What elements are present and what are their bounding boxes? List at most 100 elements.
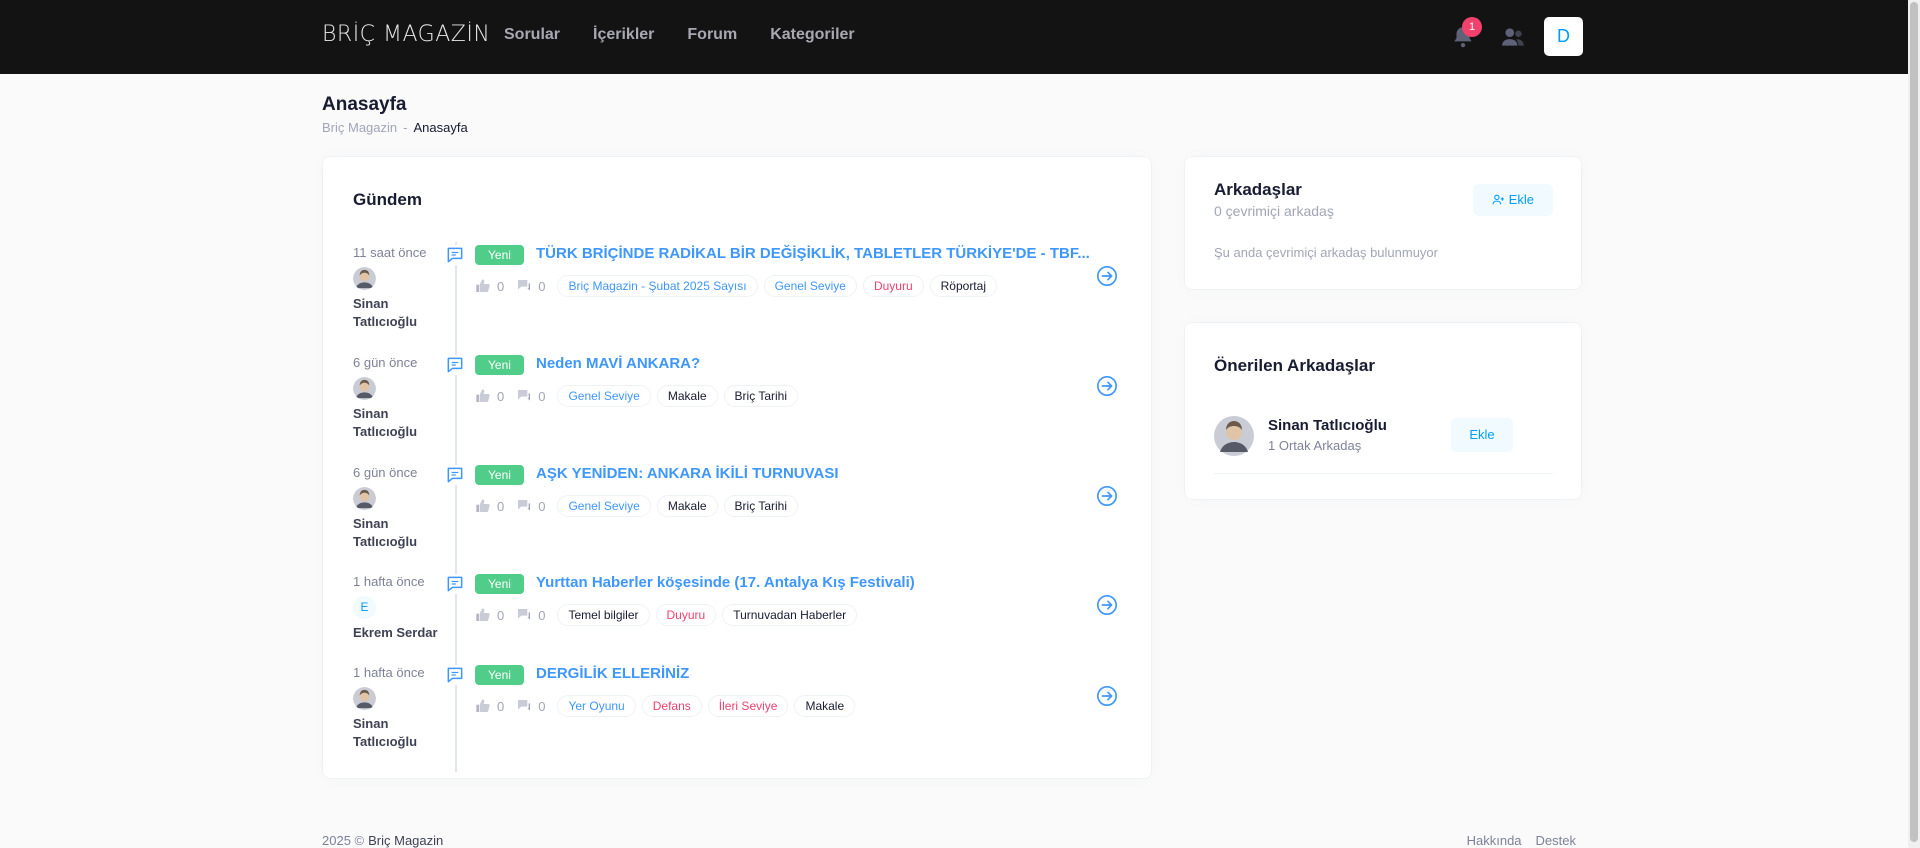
suggested-add-button[interactable]: Ekle xyxy=(1451,418,1513,452)
comments-icon[interactable] xyxy=(516,388,532,404)
suggested-friends-title: Önerilen Arkadaşlar xyxy=(1214,356,1375,375)
user-plus-icon xyxy=(1492,194,1504,205)
tag[interactable]: Temel bilgiler xyxy=(557,604,650,626)
new-badge: Yeni xyxy=(475,465,524,485)
tag[interactable]: Briç Tarihi xyxy=(723,385,798,407)
tag[interactable]: Defans xyxy=(641,695,702,717)
author-name-line1: Sinan xyxy=(353,296,389,311)
post-meta: 0 0 Briç Magazin - Şubat 2025 Sayısı Gene… xyxy=(475,275,997,297)
main-nav: Sorular İçerikler Forum Kategoriler xyxy=(504,26,855,44)
tag[interactable]: Turnuvadan Haberler xyxy=(722,604,858,626)
tag[interactable]: Duyuru xyxy=(655,604,717,626)
arrow-right-circle-icon[interactable] xyxy=(1096,685,1118,707)
comment-count: 0 xyxy=(538,607,546,623)
tag[interactable]: Briç Magazin - Şubat 2025 Sayısı xyxy=(557,275,758,297)
post-time: 1 hafta önce xyxy=(353,665,425,680)
users-icon[interactable] xyxy=(1500,24,1526,50)
thumbs-up-icon[interactable] xyxy=(475,698,491,714)
tag[interactable]: Makale xyxy=(656,495,718,517)
nav-kategoriler[interactable]: Kategoriler xyxy=(770,26,854,44)
author-avatar[interactable] xyxy=(353,267,376,290)
thumbs-up-icon[interactable] xyxy=(475,388,491,404)
thumbs-up-icon[interactable] xyxy=(475,498,491,514)
add-friend-button[interactable]: Ekle xyxy=(1473,184,1553,216)
footer-links: Hakkında Destek xyxy=(1467,833,1576,848)
author-name[interactable]: Sinan Tatlıcıoğlu xyxy=(353,295,448,331)
author-name[interactable]: Ekrem Serdar xyxy=(353,624,448,642)
post-time: 11 saat önce xyxy=(353,245,427,260)
suggested-friend-avatar[interactable] xyxy=(1214,416,1254,456)
comments-icon[interactable] xyxy=(516,698,532,714)
footer-year: 2025 © xyxy=(322,833,365,848)
thumbs-up-icon[interactable] xyxy=(475,278,491,294)
post-meta: 0 0 Genel Seviye Makale Briç Tarihi xyxy=(475,385,798,407)
page-scrollbar[interactable] xyxy=(1908,0,1920,848)
like-count: 0 xyxy=(497,278,505,294)
post-title-link[interactable]: DERGİLİK ELLERİNİZ xyxy=(536,665,689,682)
post-time: 6 gün önce xyxy=(353,465,418,480)
author-name-line1: Sinan xyxy=(353,406,389,421)
author-name-line2: Tatlıcıoğlu xyxy=(353,534,418,549)
tag[interactable]: Röportaj xyxy=(929,275,997,297)
no-online-friends-text: Şu anda çevrimiçi arkadaş bulunmuyor xyxy=(1214,245,1438,260)
author-name[interactable]: Sinan Tatlıcıoğlu xyxy=(353,515,448,551)
add-friend-label: Ekle xyxy=(1508,192,1534,207)
breadcrumb-root[interactable]: Briç Magazin xyxy=(322,120,397,135)
breadcrumb-current: Anasayfa xyxy=(413,120,468,135)
user-avatar-button[interactable]: D xyxy=(1544,17,1583,56)
tag[interactable]: Duyuru xyxy=(862,275,924,297)
like-count: 0 xyxy=(497,388,505,404)
post-title-link[interactable]: TÜRK BRİÇİNDE RADİKAL BİR DEĞİŞİKLİK, TA… xyxy=(536,245,1090,262)
author-avatar[interactable] xyxy=(353,487,376,510)
comments-icon[interactable] xyxy=(516,278,532,294)
post-title-link[interactable]: Neden MAVİ ANKARA? xyxy=(536,355,700,372)
tag[interactable]: Genel Seviye xyxy=(763,275,857,297)
nav-sorular[interactable]: Sorular xyxy=(504,26,560,44)
tag[interactable]: Genel Seviye xyxy=(557,495,651,517)
author-avatar[interactable] xyxy=(353,377,376,400)
post-meta: 0 0 Temel bilgiler Duyuru Turnuvadan Haber… xyxy=(475,604,858,626)
tag[interactable]: Briç Tarihi xyxy=(723,495,798,517)
nav-forum[interactable]: Forum xyxy=(687,26,737,44)
footer-brand-link[interactable]: Briç Magazin xyxy=(368,833,443,848)
post-title-link[interactable]: AŞK YENİDEN: ANKARA İKİLİ TURNUVASI xyxy=(536,465,839,482)
author-name[interactable]: Sinan Tatlıcıoğlu xyxy=(353,405,448,441)
site-logo[interactable]: BRİÇ MAGAZİN xyxy=(322,22,490,47)
thumbs-up-icon[interactable] xyxy=(475,607,491,623)
comment-count: 0 xyxy=(538,698,546,714)
tag[interactable]: Makale xyxy=(656,385,718,407)
arrow-right-circle-icon[interactable] xyxy=(1096,375,1118,397)
footer-about-link[interactable]: Hakkında xyxy=(1467,833,1522,848)
arrow-right-circle-icon[interactable] xyxy=(1096,265,1118,287)
like-count: 0 xyxy=(497,498,505,514)
page-title: Anasayfa xyxy=(322,94,407,115)
like-count: 0 xyxy=(497,607,505,623)
top-navbar: BRİÇ MAGAZİN Sorular İçerikler Forum Kat… xyxy=(0,0,1908,74)
comments-icon[interactable] xyxy=(516,607,532,623)
comments-icon[interactable] xyxy=(516,498,532,514)
tag[interactable]: İleri Seviye xyxy=(707,695,789,717)
author-name[interactable]: Sinan Tatlıcıoğlu xyxy=(353,715,448,751)
author-avatar[interactable] xyxy=(353,687,376,710)
suggested-friends-card: Önerilen Arkadaşlar Sinan Tatlıcıoğlu 1 … xyxy=(1184,322,1582,500)
tag[interactable]: Makale xyxy=(794,695,856,717)
friends-title: Arkadaşlar xyxy=(1214,180,1302,199)
timeline-line xyxy=(455,242,457,772)
post-title-link[interactable]: Yurttan Haberler köşesinde (17. Antalya … xyxy=(536,574,915,591)
arrow-right-circle-icon[interactable] xyxy=(1096,594,1118,616)
nav-icerikler[interactable]: İçerikler xyxy=(593,26,654,44)
message-icon xyxy=(445,355,465,375)
message-icon xyxy=(445,245,465,265)
breadcrumb-separator: - xyxy=(403,120,408,135)
post-meta: 0 0 Yer Oyunu Defans İleri Seviye Makale xyxy=(475,695,856,717)
suggested-friend-name[interactable]: Sinan Tatlıcıoğlu xyxy=(1268,417,1387,434)
tag[interactable]: Yer Oyunu xyxy=(557,695,636,717)
footer-support-link[interactable]: Destek xyxy=(1536,833,1576,848)
arrow-right-circle-icon[interactable] xyxy=(1096,485,1118,507)
author-name-line1: Sinan xyxy=(353,516,389,531)
tag[interactable]: Genel Seviye xyxy=(557,385,651,407)
new-badge: Yeni xyxy=(475,665,524,685)
new-badge: Yeni xyxy=(475,245,524,265)
author-name-line1: Sinan xyxy=(353,716,389,731)
author-avatar[interactable]: E xyxy=(353,596,376,619)
